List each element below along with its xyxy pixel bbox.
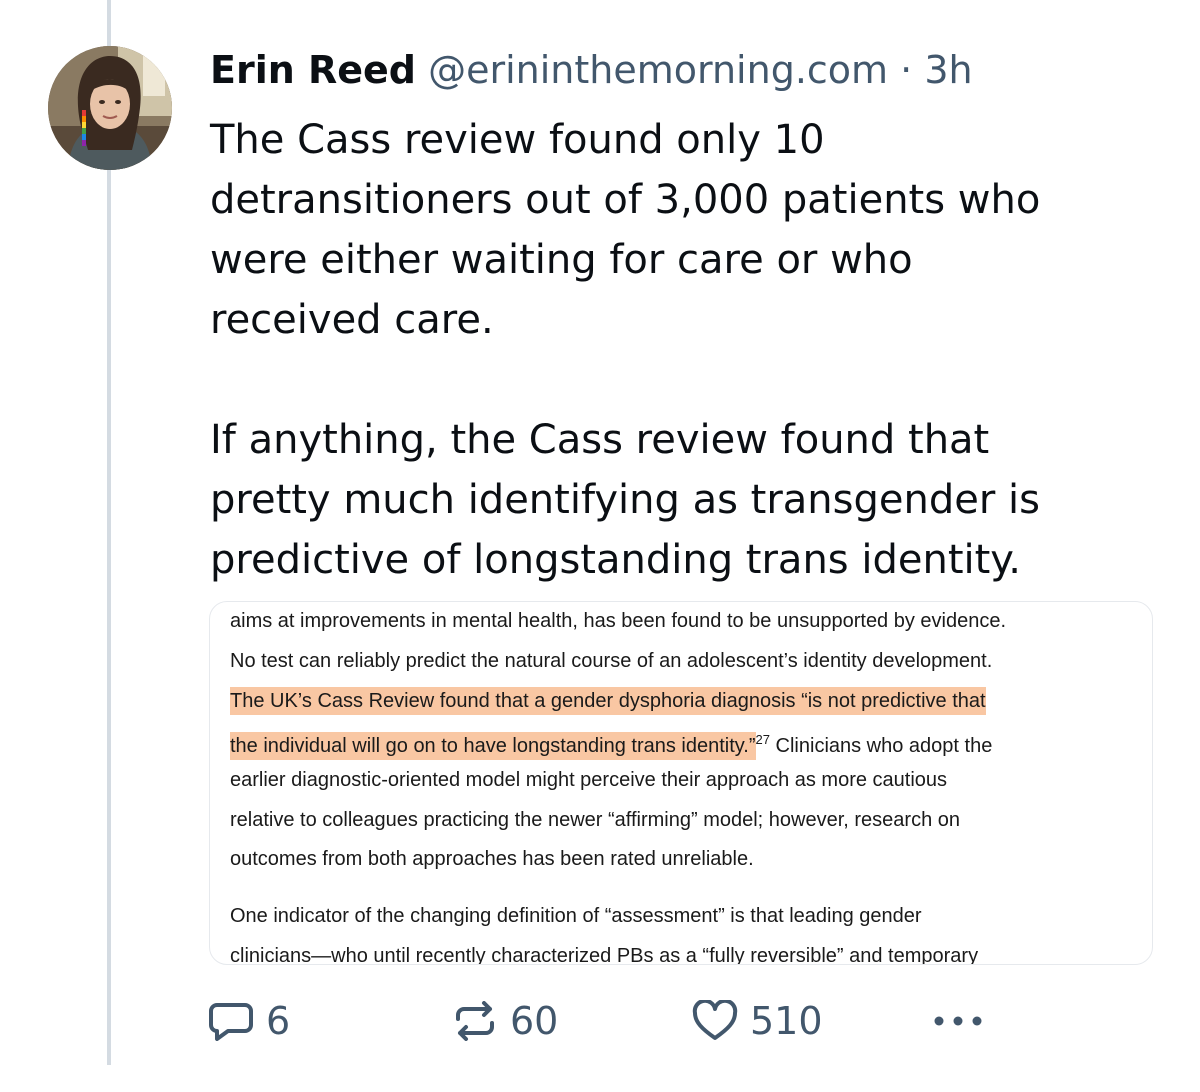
- avatar-photo: [48, 46, 172, 170]
- author-name[interactable]: Erin Reed: [210, 48, 416, 92]
- doc-line: earlier diagnostic-oriented model might …: [230, 769, 948, 791]
- more-options-button[interactable]: [928, 1004, 988, 1038]
- author-handle[interactable]: @erininthemorning.com: [428, 48, 888, 92]
- doc-line: clinicians—who until recently characteri…: [230, 945, 979, 965]
- speech-bubble-icon: [209, 1003, 253, 1041]
- doc-line: outcomes from both approaches has been r…: [230, 848, 754, 870]
- doc-line: relative to colleagues practicing the ne…: [230, 809, 960, 831]
- repost-button[interactable]: 60: [452, 996, 558, 1046]
- post-header: Erin Reed @erininthemorning.com · 3h: [210, 44, 973, 96]
- avatar[interactable]: [48, 46, 172, 170]
- post-timestamp[interactable]: 3h: [924, 48, 972, 92]
- doc-line: One indicator of the changing definition…: [230, 905, 922, 927]
- doc-line: the individual will go on to have longst…: [230, 727, 993, 760]
- post-paragraph-1: The Cass review found only 10 detransiti…: [210, 117, 1041, 343]
- post-actions: 6 60 510: [0, 996, 1200, 1046]
- doc-text: Clinicians who adopt the: [769, 735, 993, 757]
- reply-button[interactable]: 6: [208, 996, 290, 1046]
- repost-count: 60: [510, 999, 559, 1043]
- doc-line: aims at improvements in mental health, h…: [230, 610, 1007, 632]
- post-text: The Cass review found only 10 detransiti…: [210, 110, 1140, 590]
- highlighted-text: The UK’s Cass Review found that a gender…: [230, 687, 986, 715]
- repost-arrows-icon: [456, 1001, 494, 1041]
- post-paragraph-2: If anything, the Cass review found that …: [210, 417, 1040, 583]
- reply-count: 6: [266, 999, 291, 1043]
- footnote-marker: 27: [755, 732, 770, 747]
- like-button[interactable]: 510: [692, 996, 823, 1046]
- doc-line-highlighted: The UK’s Cass Review found that a gender…: [230, 687, 986, 715]
- highlighted-text: the individual will go on to have longst…: [230, 732, 756, 760]
- heart-icon: [692, 1000, 738, 1040]
- like-count: 510: [750, 999, 823, 1043]
- embedded-image[interactable]: aims at improvements in mental health, h…: [209, 601, 1153, 965]
- separator-dot: ·: [900, 48, 913, 92]
- doc-line: No test can reliably predict the natural…: [230, 650, 993, 672]
- ellipsis-icon: [934, 1016, 982, 1026]
